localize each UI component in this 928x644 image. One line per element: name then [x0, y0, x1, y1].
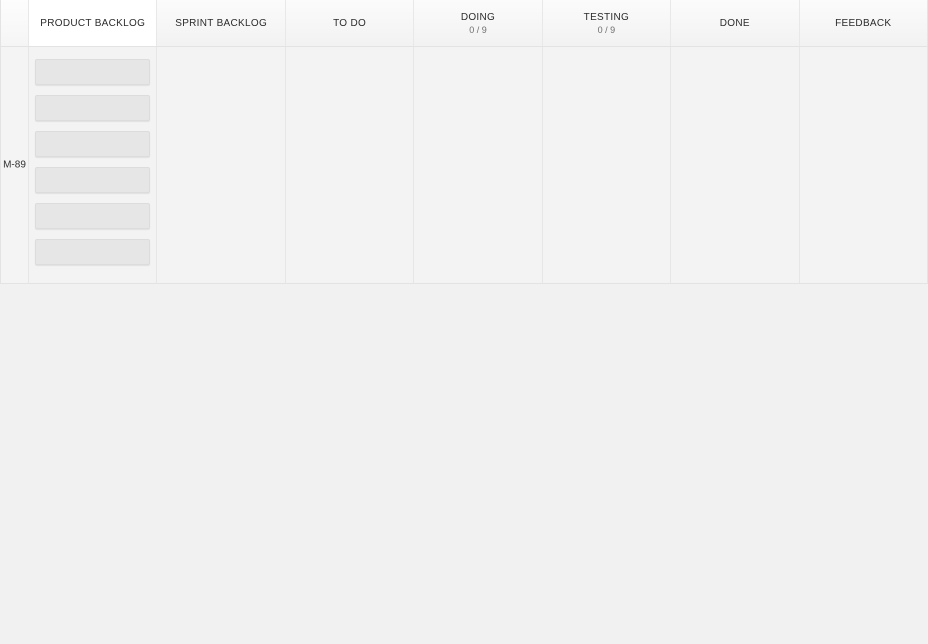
lane-done[interactable] — [671, 47, 799, 283]
column-header-row: PRODUCT BACKLOG SPRINT BACKLOG TO DO DOI… — [0, 0, 928, 47]
kanban-board: PRODUCT BACKLOG SPRINT BACKLOG TO DO DOI… — [0, 0, 928, 644]
lane-doing[interactable] — [414, 47, 542, 283]
column-title: DONE — [720, 18, 750, 29]
column-title: TO DO — [333, 18, 366, 29]
card-placeholder[interactable] — [35, 239, 150, 265]
column-header-to-do[interactable]: TO DO — [286, 0, 414, 46]
swimlane-label[interactable]: M-89 — [1, 47, 29, 283]
column-title: TESTING — [584, 12, 629, 23]
column-header-product-backlog[interactable]: PRODUCT BACKLOG — [29, 0, 157, 46]
lane-feedback[interactable] — [800, 47, 927, 283]
column-title: SPRINT BACKLOG — [175, 18, 267, 29]
column-title: PRODUCT BACKLOG — [40, 18, 145, 29]
lane-sprint-backlog[interactable] — [157, 47, 285, 283]
column-wip: 0 / 9 — [598, 25, 616, 35]
card-placeholder[interactable] — [35, 131, 150, 157]
swimlane-label-text: M-89 — [3, 160, 26, 171]
row-label-spacer — [1, 0, 29, 46]
card-placeholder[interactable] — [35, 59, 150, 85]
column-title: FEEDBACK — [835, 18, 891, 29]
card-placeholder[interactable] — [35, 167, 150, 193]
card-placeholder[interactable] — [35, 203, 150, 229]
column-header-sprint-backlog[interactable]: SPRINT BACKLOG — [157, 0, 285, 46]
column-header-doing[interactable]: DOING 0 / 9 — [414, 0, 542, 46]
card-placeholder[interactable] — [35, 95, 150, 121]
swimlane-row: M-89 — [0, 47, 928, 284]
empty-area — [0, 284, 928, 644]
lane-to-do[interactable] — [286, 47, 414, 283]
column-title: DOING — [461, 12, 495, 23]
column-header-feedback[interactable]: FEEDBACK — [800, 0, 927, 46]
lane-product-backlog[interactable] — [29, 47, 157, 283]
column-wip: 0 / 9 — [469, 25, 487, 35]
column-header-testing[interactable]: TESTING 0 / 9 — [543, 0, 671, 46]
column-header-done[interactable]: DONE — [671, 0, 799, 46]
lane-testing[interactable] — [543, 47, 671, 283]
